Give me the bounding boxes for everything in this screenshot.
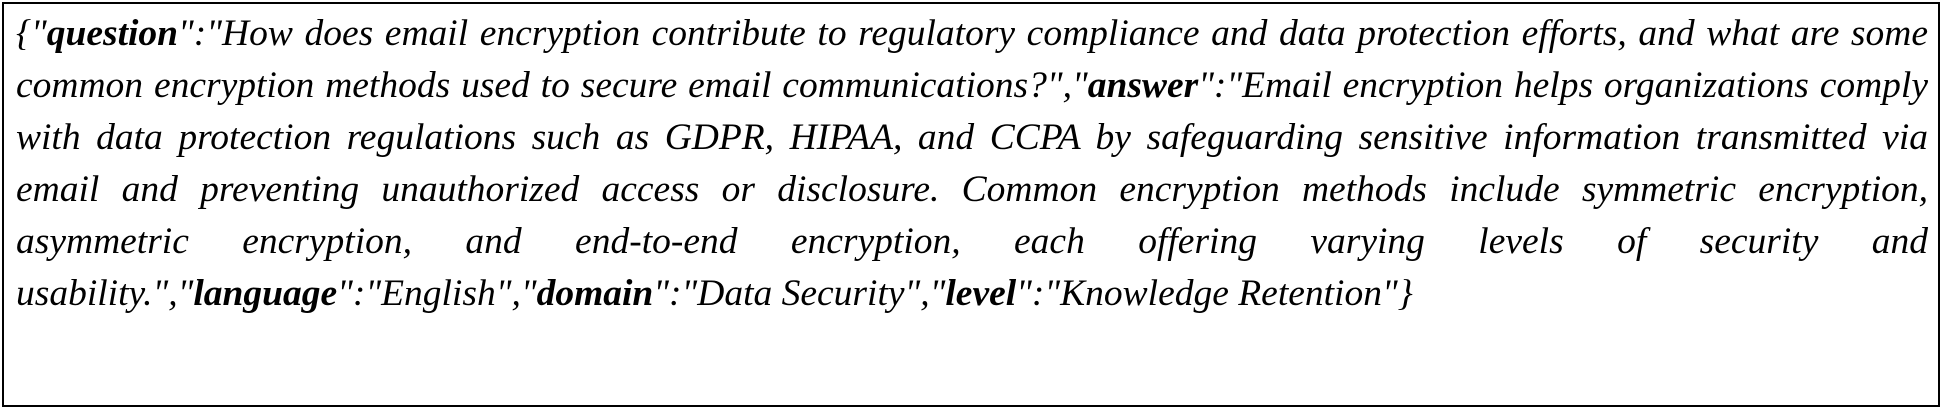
json-record-text: {"question":"How does email encryption c… [16, 13, 1928, 314]
domain-value: Data Security [697, 273, 905, 314]
answer-key: answer [1087, 65, 1199, 106]
domain-key: domain [536, 273, 654, 314]
level-key: level [945, 273, 1017, 314]
language-value: English [381, 273, 496, 314]
level-value: Knowledge Retention [1060, 273, 1382, 314]
language-key: language [193, 273, 338, 314]
question-key: question [46, 13, 179, 54]
json-record-box: {"question":"How does email encryption c… [2, 2, 1940, 407]
